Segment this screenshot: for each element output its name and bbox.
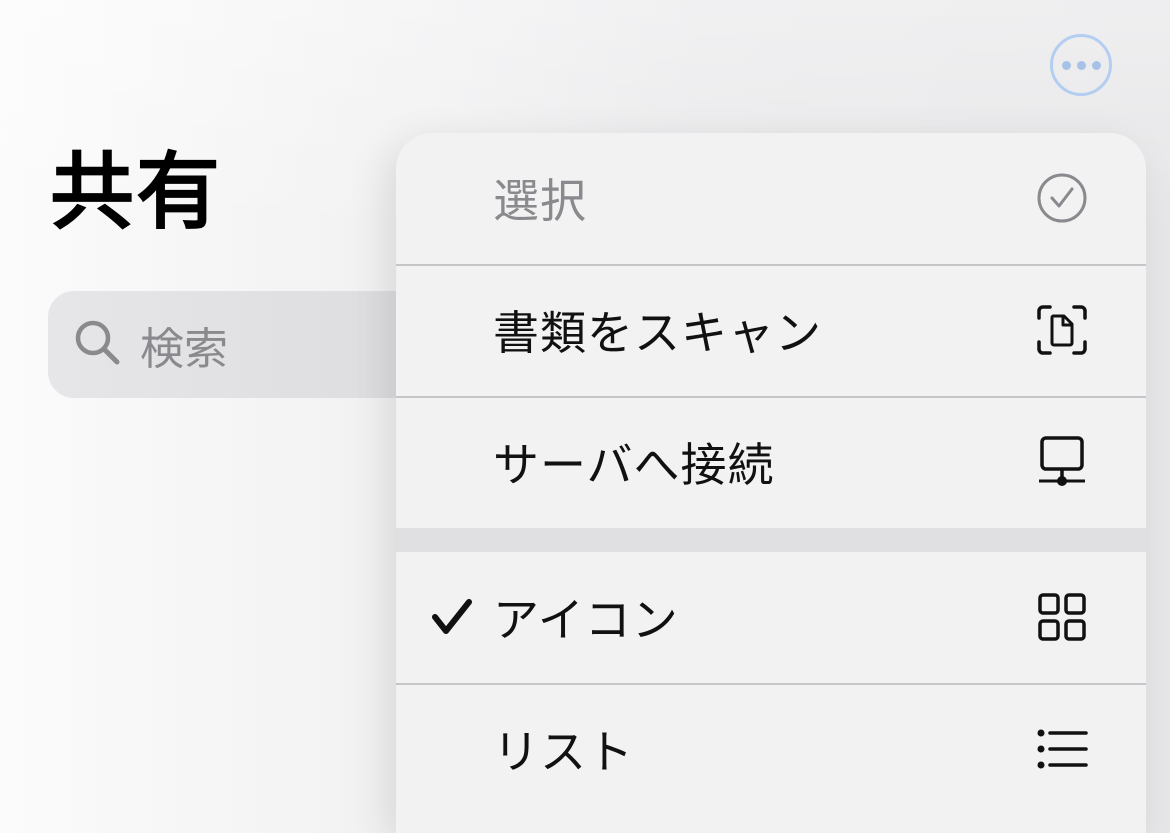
- ellipsis-dot: [1076, 60, 1086, 70]
- menu-item-label: サーバへ接続: [493, 438, 775, 492]
- menu-item-connect-server[interactable]: サーバへ接続: [396, 397, 1146, 527]
- checkmark-circle-icon: [1030, 166, 1094, 230]
- grid-icon: [1030, 585, 1094, 649]
- menu-item-icons-view[interactable]: アイコン: [396, 552, 1146, 682]
- context-menu: 選択 書類をスキャン サーバへ接続 アイコン リスト: [396, 133, 1146, 833]
- server-network-icon: [1030, 430, 1094, 494]
- more-options-button[interactable]: [1050, 34, 1112, 96]
- ellipsis-dot: [1091, 60, 1101, 70]
- menu-item-select[interactable]: 選択: [396, 133, 1146, 263]
- menu-group-divider: [396, 528, 1146, 552]
- page-title: 共有: [50, 143, 223, 241]
- menu-item-scan-documents[interactable]: 書類をスキャン: [396, 265, 1146, 395]
- menu-item-label: アイコン: [493, 593, 679, 647]
- search-placeholder: 検索: [140, 323, 228, 375]
- menu-item-label: 選択: [493, 174, 587, 228]
- list-icon: [1030, 717, 1094, 781]
- menu-item-list-view[interactable]: リスト: [396, 684, 1146, 814]
- search-icon: [70, 315, 126, 375]
- document-scan-icon: [1030, 298, 1094, 362]
- menu-item-label: リスト: [493, 725, 634, 779]
- ellipsis-dot: [1061, 60, 1071, 70]
- checkmark-icon: [430, 595, 474, 639]
- menu-item-label: 書類をスキャン: [493, 306, 822, 360]
